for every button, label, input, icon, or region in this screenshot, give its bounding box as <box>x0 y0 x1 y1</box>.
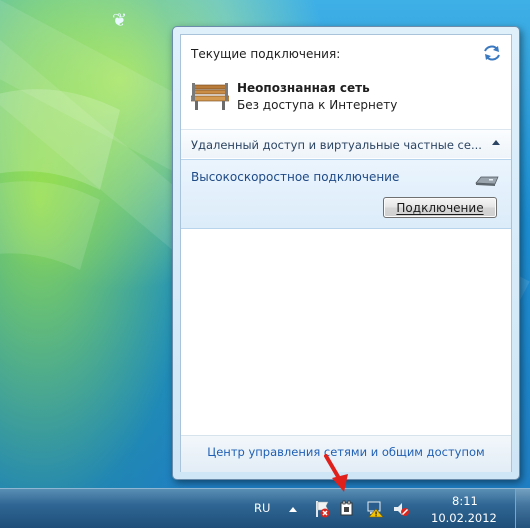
flyout-content: Текущие подключения: Неопознанная сеть Б… <box>180 34 512 472</box>
clock-time[interactable]: 8:11 <box>452 494 478 508</box>
network-warning-icon[interactable] <box>366 500 384 518</box>
windows-flag-graphic <box>0 89 120 270</box>
network-tray-icon[interactable] <box>338 500 356 518</box>
bench-network-icon <box>191 83 229 110</box>
red-arrow-annotation <box>324 454 348 492</box>
network-status: Без доступа к Интернету <box>237 98 398 112</box>
connection-item-broadband[interactable]: Высокоскоростное подключение Подключение <box>181 159 511 229</box>
modem-icon <box>475 176 499 186</box>
refresh-icon[interactable] <box>483 45 501 61</box>
chevron-up-icon[interactable] <box>491 138 501 146</box>
language-indicator[interactable]: RU <box>254 501 270 515</box>
network-name: Неопознанная сеть <box>237 81 370 95</box>
butterfly-icon: ❦ <box>112 10 128 31</box>
taskbar: RU 8:11 10.02.2012 <box>0 488 530 528</box>
connect-button[interactable]: Подключение <box>383 197 497 218</box>
network-connections-flyout: Текущие подключения: Неопознанная сеть Б… <box>172 26 520 480</box>
current-connections-label: Текущие подключения: <box>191 47 341 61</box>
show-hidden-icons-icon[interactable] <box>288 505 298 513</box>
show-desktop-button[interactable] <box>515 489 530 528</box>
clock-date[interactable]: 10.02.2012 <box>431 511 497 525</box>
dialup-vpn-section-header[interactable]: Удаленный доступ и виртуальные частные с… <box>181 129 511 158</box>
section-title: Удаленный доступ и виртуальные частные с… <box>191 138 482 152</box>
connection-name: Высокоскоростное подключение <box>191 170 400 184</box>
action-center-error-icon[interactable] <box>313 500 331 518</box>
volume-muted-icon[interactable] <box>392 500 410 518</box>
